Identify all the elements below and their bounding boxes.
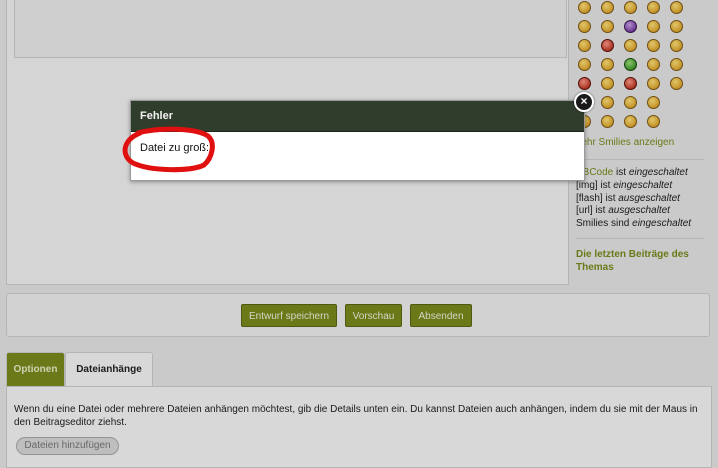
red-highlight-annotation [122, 126, 215, 173]
highlight-stroke [122, 126, 215, 173]
